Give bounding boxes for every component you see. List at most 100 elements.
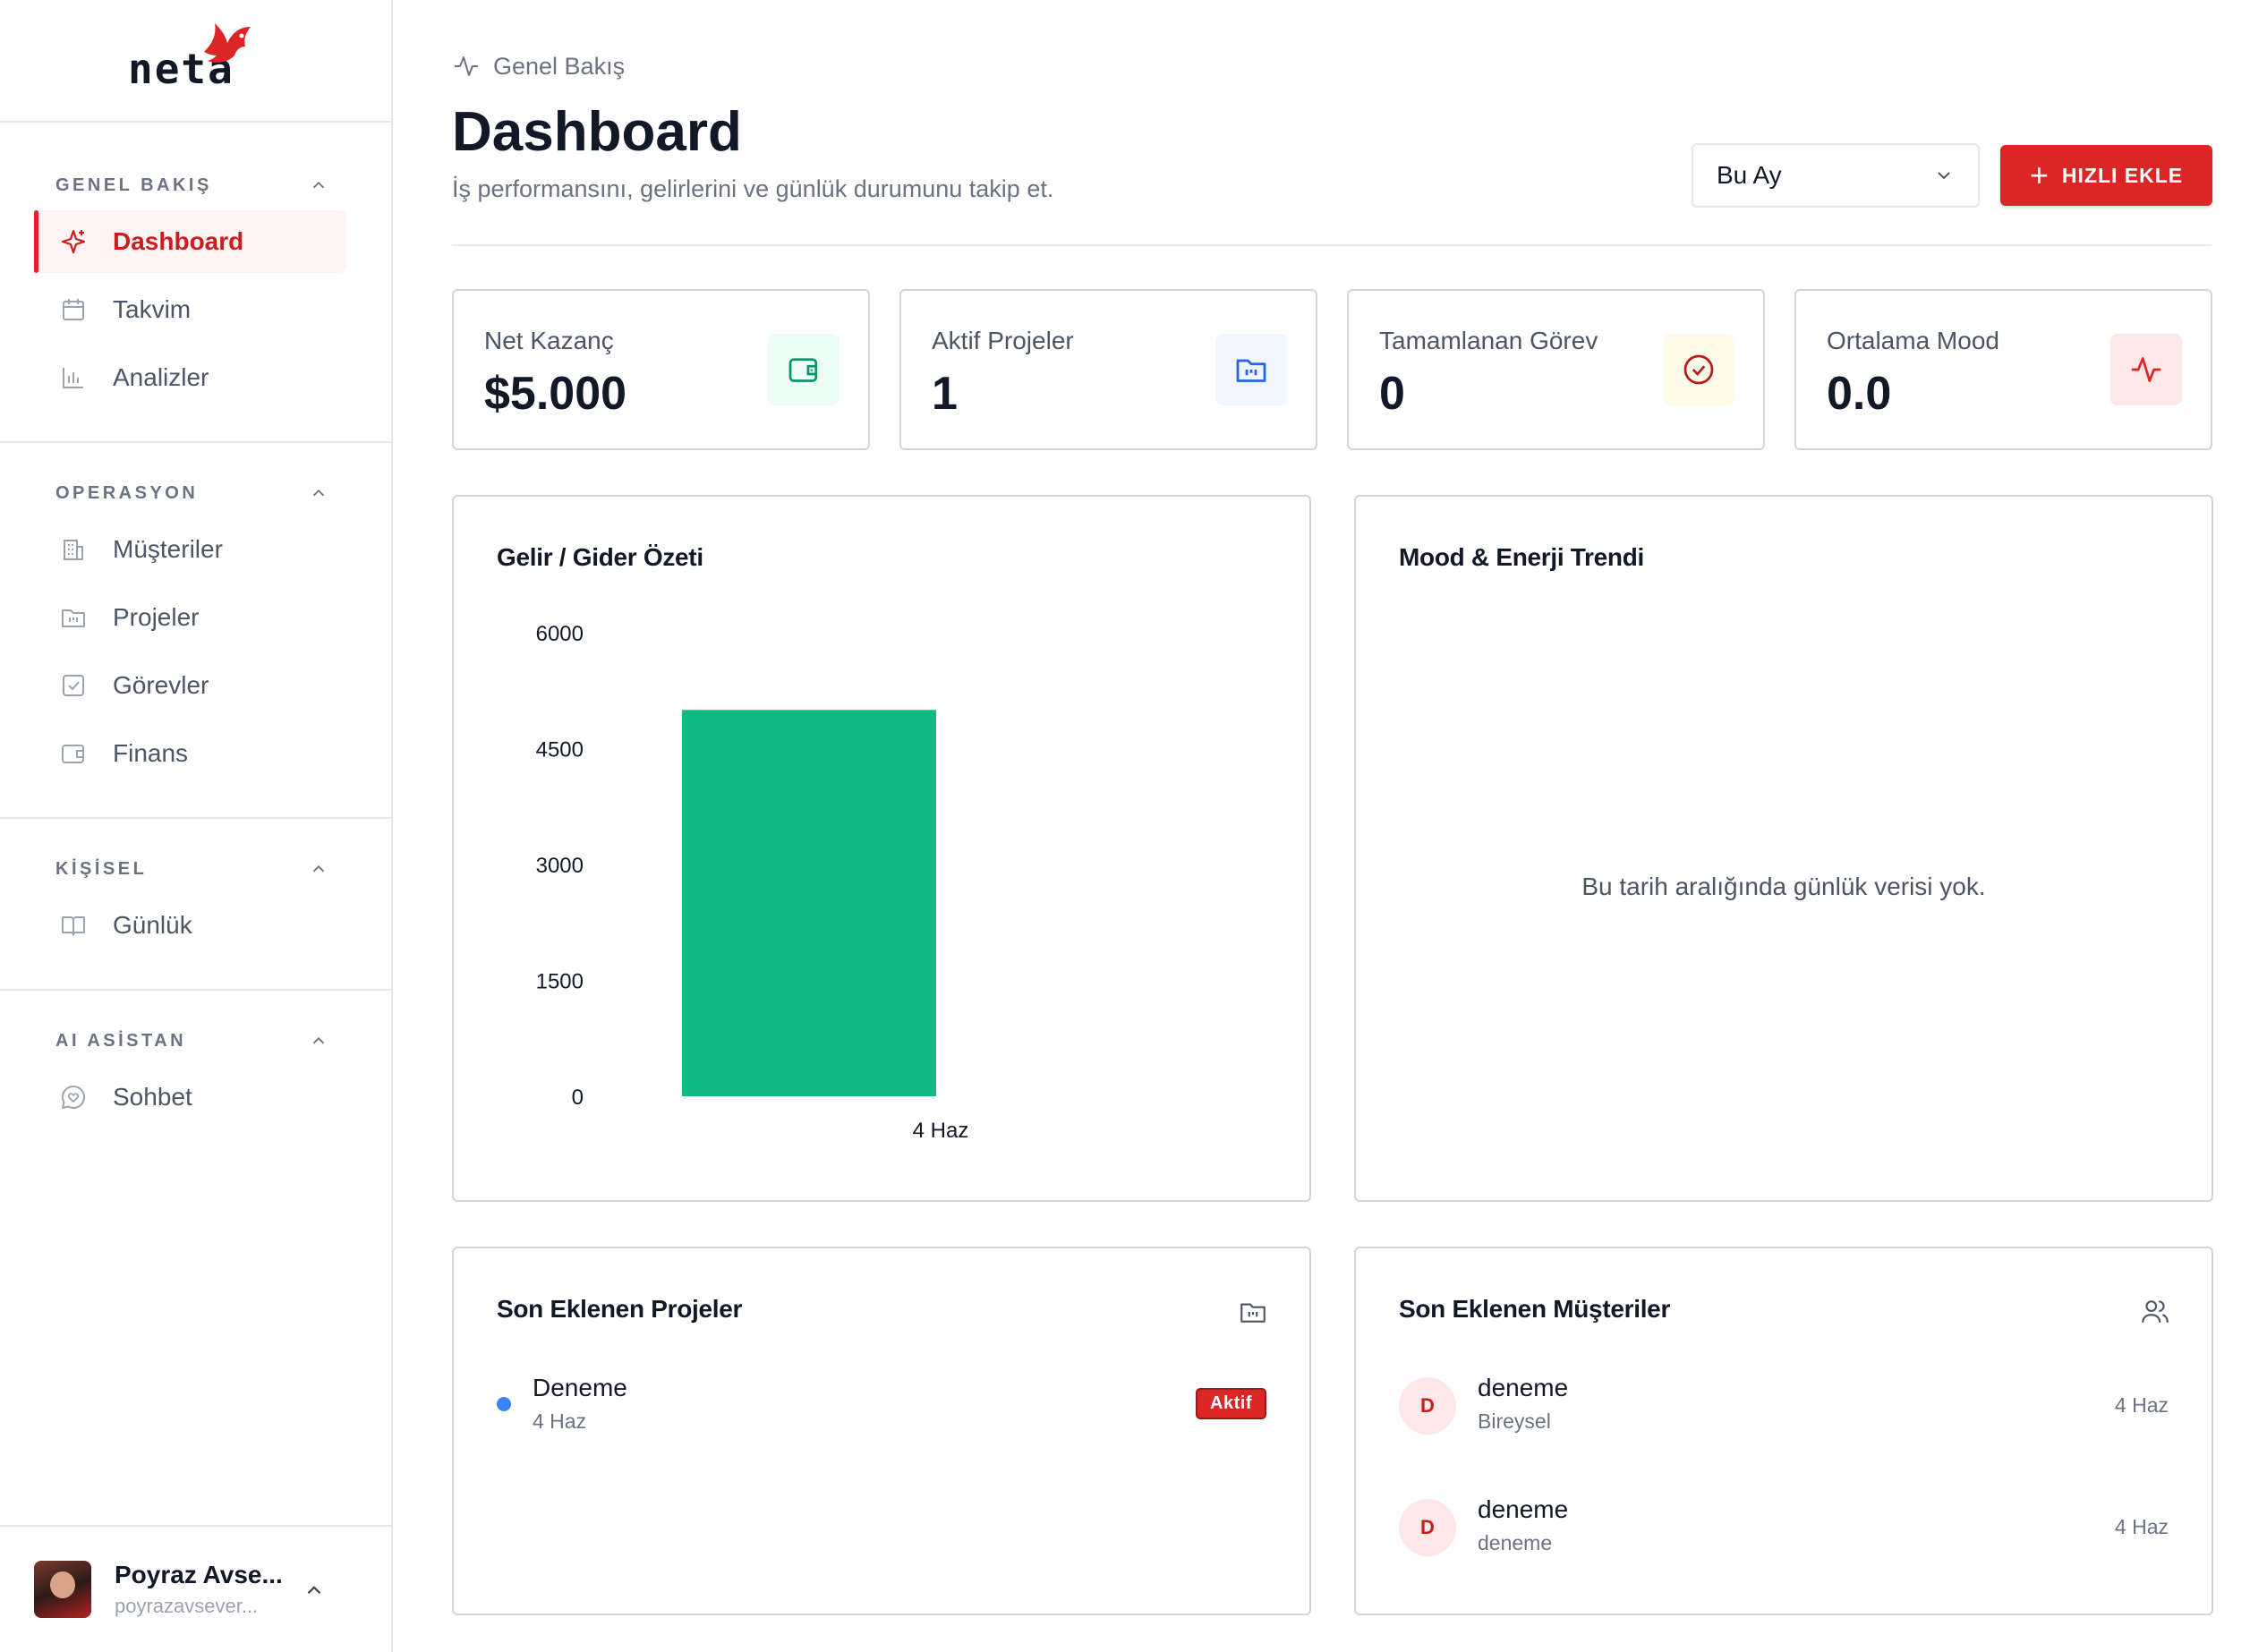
- card-title: Son Eklenen Müşteriler: [1399, 1295, 1671, 1323]
- sidebar-item-label: Dashboard: [113, 227, 244, 255]
- section-title: OPERASYON: [55, 482, 199, 503]
- chevron-up-icon[interactable]: [309, 1031, 328, 1051]
- sidebar-item-finans[interactable]: Finans: [34, 722, 346, 785]
- stat-card-net-kazanc: Net Kazanç $5.000: [452, 289, 870, 450]
- sidebar-item-gorevler[interactable]: Görevler: [34, 654, 346, 717]
- quick-add-label: HIZLI EKLE: [2061, 163, 2184, 187]
- breadcrumb-label: Genel Bakış: [493, 52, 626, 80]
- y-tick-label: 6000: [536, 622, 584, 646]
- empty-state-message: Bu tarih aralığında günlük verisi yok.: [1581, 873, 1986, 900]
- card-title: Son Eklenen Projeler: [497, 1295, 743, 1323]
- stat-value: 0.0: [1827, 368, 1892, 420]
- customer-type: Bireysel: [1478, 1409, 1551, 1433]
- sidebar-item-musteriler[interactable]: Müşteriler: [34, 518, 346, 581]
- income-expense-card: Gelir / Gider Özeti 6000 4500 3000 1500 0 4 H…: [452, 495, 1311, 1202]
- activity-icon: [2110, 334, 2182, 405]
- stat-card-tamamlanan-gorev: Tamamlanan Görev 0: [1347, 289, 1765, 450]
- status-dot: [497, 1397, 511, 1411]
- bar-chart-icon: [63, 368, 83, 388]
- project-title: Deneme: [533, 1374, 627, 1401]
- breadcrumb: Genel Bakış: [452, 52, 625, 81]
- section-header[interactable]: OPERASYON: [0, 477, 391, 509]
- stat-card-aktif-projeler: Aktif Projeler 1: [899, 289, 1317, 450]
- stat-label: Tamamlanan Görev: [1379, 327, 1598, 354]
- section-genel-bakis: GENEL BAKIŞ Dashboard Takvim Analizler: [0, 123, 391, 443]
- book-open-icon: [62, 916, 85, 936]
- user-name: Poyraz Avse...: [115, 1561, 283, 1588]
- users-icon[interactable]: [2140, 1297, 2170, 1327]
- customer-type: deneme: [1478, 1531, 1553, 1554]
- stat-label: Ortalama Mood: [1827, 327, 1999, 354]
- customer-date: 4 Haz: [2114, 1515, 2169, 1538]
- sidebar: neta GENEL BAKIŞ Dashboard Takvim Analiz…: [0, 0, 393, 1652]
- stat-value: 1: [932, 368, 958, 420]
- section-header[interactable]: KİŞİSEL: [0, 853, 391, 885]
- recent-projects-card: Son Eklenen Projeler Deneme 4 Haz Aktif: [452, 1247, 1311, 1615]
- y-tick-label: 4500: [536, 738, 584, 762]
- header-divider: [452, 244, 2212, 246]
- sidebar-item-label: Takvim: [113, 295, 192, 323]
- y-tick-label: 3000: [536, 854, 584, 878]
- sidebar-item-label: Analizler: [113, 363, 209, 391]
- sidebar-item-label: Projeler: [113, 603, 200, 631]
- stat-card-ortalama-mood: Ortalama Mood 0.0: [1794, 289, 2212, 450]
- building-icon: [64, 540, 83, 560]
- page-title: Dashboard: [452, 101, 742, 163]
- quick-add-button[interactable]: + HIZLI EKLE: [2000, 145, 2212, 206]
- stat-value: 0: [1379, 368, 1405, 420]
- user-menu[interactable]: Poyraz Avse... poyrazavsever...: [0, 1525, 391, 1652]
- user-info: Poyraz Avse... poyrazavsever...: [115, 1561, 283, 1618]
- plus-icon: +: [2029, 157, 2050, 193]
- chevron-up-icon[interactable]: [303, 1579, 326, 1602]
- sidebar-item-label: Finans: [113, 739, 189, 767]
- section-title: GENEL BAKIŞ: [55, 175, 212, 195]
- recent-customers-card: Son Eklenen Müşteriler D deneme Bireysel…: [1354, 1247, 2213, 1615]
- section-header[interactable]: AI ASİSTAN: [0, 1025, 391, 1057]
- sidebar-item-label: Görevler: [113, 671, 209, 699]
- status-badge: Aktif: [1196, 1388, 1266, 1419]
- sidebar-item-projeler[interactable]: Projeler: [34, 586, 346, 649]
- list-item[interactable]: D deneme Bireysel 4 Haz: [1399, 1374, 2169, 1445]
- period-select[interactable]: Bu Ay: [1692, 143, 1980, 208]
- stat-label: Aktif Projeler: [932, 327, 1074, 354]
- sidebar-item-gunluk[interactable]: Günlük: [34, 894, 346, 957]
- chevron-up-icon[interactable]: [309, 859, 328, 879]
- chevron-up-icon[interactable]: [309, 483, 328, 503]
- customer-avatar: D: [1399, 1499, 1456, 1556]
- sidebar-item-sohbet[interactable]: Sohbet: [34, 1066, 346, 1128]
- income-expense-chart: 6000 4500 3000 1500 0 4 Haz: [536, 622, 969, 1143]
- x-tick-label: 4 Haz: [913, 1119, 969, 1143]
- logo[interactable]: neta: [0, 0, 391, 123]
- section-kisisel: KİŞİSEL Günlük: [0, 819, 391, 991]
- y-tick-label: 0: [572, 1086, 584, 1110]
- customer-date: 4 Haz: [2114, 1393, 2169, 1417]
- customer-name: deneme: [1478, 1374, 1569, 1401]
- sparkle-icon: [61, 229, 86, 254]
- folder-icon[interactable]: [1238, 1297, 1268, 1327]
- section-title: KİŞİSEL: [55, 858, 148, 879]
- sidebar-item-dashboard[interactable]: Dashboard: [34, 210, 346, 273]
- mood-energy-card: Mood & Enerji Trendi Bu tarih aralığında…: [1354, 495, 2213, 1202]
- chevron-up-icon[interactable]: [309, 175, 328, 195]
- sidebar-item-label: Günlük: [113, 911, 192, 939]
- folder-icon: [62, 609, 85, 627]
- project-date: 4 Haz: [533, 1409, 587, 1433]
- list-item[interactable]: Deneme 4 Haz Aktif: [497, 1374, 1266, 1445]
- check-circle-icon: [1663, 334, 1734, 405]
- sidebar-item-takvim[interactable]: Takvim: [34, 278, 346, 341]
- stat-value: $5.000: [484, 368, 627, 420]
- list-item[interactable]: D deneme deneme 4 Haz: [1399, 1495, 2169, 1567]
- customer-name: deneme: [1478, 1495, 1569, 1523]
- stat-label: Net Kazanç: [484, 327, 614, 354]
- section-operasyon: OPERASYON Müşteriler Projeler Görevler F…: [0, 443, 391, 819]
- page-subtitle: İş performansını, gelirlerini ve günlük …: [452, 175, 1054, 202]
- section-header[interactable]: GENEL BAKIŞ: [0, 169, 391, 201]
- section-ai-asistan: AI ASİSTAN Sohbet: [0, 991, 391, 1161]
- sidebar-item-analizler[interactable]: Analizler: [34, 346, 346, 409]
- sidebar-item-label: Müşteriler: [113, 535, 223, 563]
- bar[interactable]: [682, 710, 936, 1096]
- card-title: Mood & Enerji Trendi: [1399, 543, 1645, 571]
- folder-icon: [1215, 334, 1287, 405]
- user-avatar: [34, 1561, 91, 1618]
- section-title: AI ASİSTAN: [55, 1030, 187, 1051]
